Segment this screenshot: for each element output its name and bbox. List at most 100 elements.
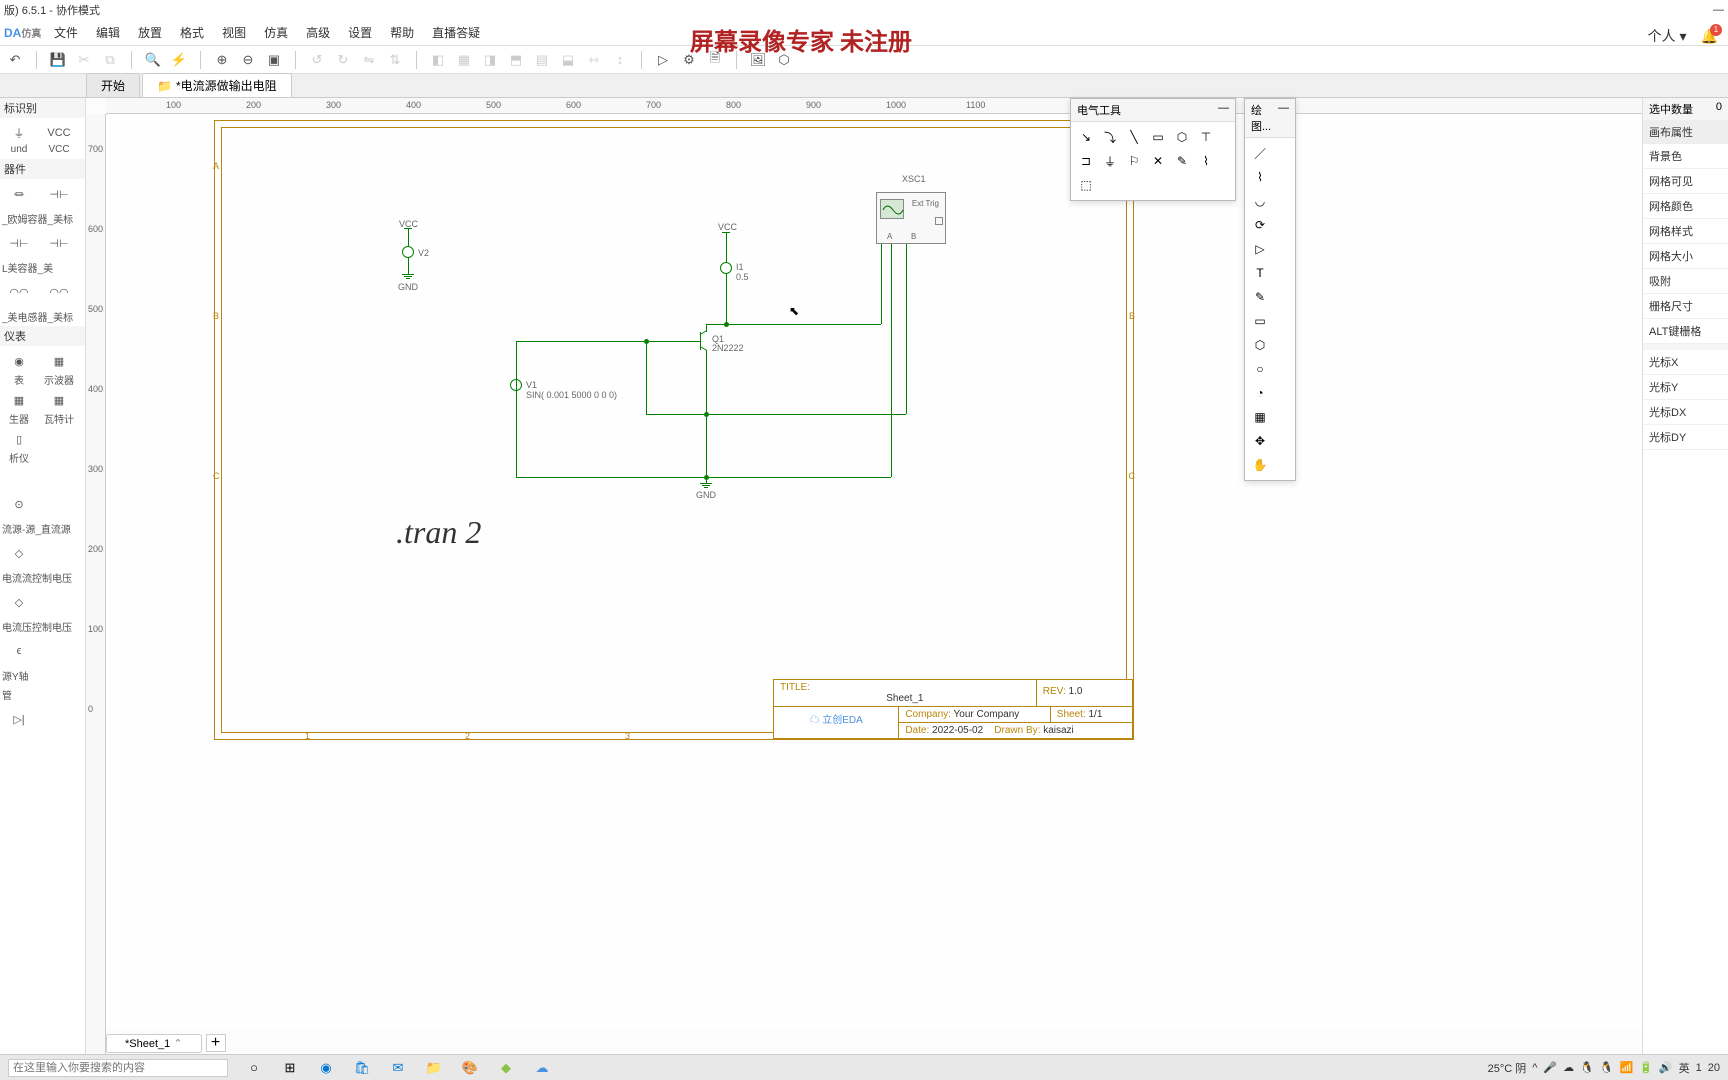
tray-time[interactable]: 1 xyxy=(1696,1062,1702,1074)
tray-qq-icon[interactable]: 🐧 xyxy=(1580,1061,1594,1074)
tray-up-icon[interactable]: ^ xyxy=(1532,1062,1537,1074)
comp-cap2[interactable]: ⊣⊢ xyxy=(0,232,38,254)
minimize-draw-icon[interactable]: — xyxy=(1278,102,1289,134)
3d-icon[interactable]: ⬡ xyxy=(775,51,793,69)
probe-tool-icon[interactable]: ✎ xyxy=(1171,150,1193,172)
comp-gnd[interactable]: ⏚und xyxy=(0,122,38,155)
label-gnd1[interactable]: GND xyxy=(398,282,418,292)
comp-analyzer[interactable]: ▯析仪 xyxy=(0,428,38,465)
app1-icon[interactable]: 🎨 xyxy=(454,1056,486,1080)
label-q1-val[interactable]: 2N2222 xyxy=(712,343,744,353)
align-bottom-icon[interactable]: ⬓ xyxy=(559,51,577,69)
mesh-tool-icon[interactable]: ⌇ xyxy=(1195,150,1217,172)
prop-grid-style[interactable]: 网格样式 xyxy=(1643,219,1728,244)
wire-tool-icon[interactable]: ↘ xyxy=(1075,126,1097,148)
comp-isource[interactable]: ⊙ xyxy=(0,493,38,515)
prop-grid-dim[interactable]: 栅格尺寸 xyxy=(1643,294,1728,319)
image-icon[interactable]: 🖼 xyxy=(749,51,767,69)
comp-inductor[interactable]: ◠◠ xyxy=(0,281,38,303)
notification-icon[interactable]: 🔔1 xyxy=(1701,28,1718,45)
zoom-out-icon[interactable]: ⊖ xyxy=(239,51,257,69)
menu-help[interactable]: 帮助 xyxy=(382,22,422,43)
explorer-icon[interactable]: 📁 xyxy=(418,1056,450,1080)
comp-resistor[interactable]: ⏛ xyxy=(0,183,38,205)
minimize-panel-icon[interactable]: — xyxy=(1218,102,1229,118)
align-left-icon[interactable]: ◧ xyxy=(429,51,447,69)
label-v1-val[interactable]: SIN( 0.001 5000 0 0 0) xyxy=(526,390,617,400)
polygon-draw-icon[interactable]: ⬡ xyxy=(1249,334,1271,356)
user-menu[interactable]: 个人 ▾ xyxy=(1648,26,1687,46)
select-tool-icon[interactable]: ⬚ xyxy=(1075,174,1097,196)
label-i1-val[interactable]: 0.5 xyxy=(736,272,749,282)
dist-h-icon[interactable]: ⇿ xyxy=(585,51,603,69)
line-draw-icon[interactable]: ／ xyxy=(1249,142,1271,164)
netport-tool-icon[interactable]: ⬡ xyxy=(1171,126,1193,148)
image-draw-icon[interactable]: ▦ xyxy=(1249,406,1271,428)
arrow-draw-icon[interactable]: ▷ xyxy=(1249,238,1271,260)
add-sheet-button[interactable]: + xyxy=(206,1034,226,1052)
sim-settings-icon[interactable]: ⚙ xyxy=(680,51,698,69)
menu-live[interactable]: 直播答疑 xyxy=(424,22,488,43)
tray-qq2-icon[interactable]: 🐧 xyxy=(1600,1061,1614,1074)
zoom-in-icon[interactable]: ⊕ xyxy=(213,51,231,69)
flip-v-icon[interactable]: ⇅ xyxy=(386,51,404,69)
rotate-right-icon[interactable]: ↻ xyxy=(334,51,352,69)
spice-directive[interactable]: .tran 2 xyxy=(396,514,481,551)
menu-place[interactable]: 放置 xyxy=(130,22,170,43)
comp-ysource[interactable]: ϵ xyxy=(0,640,38,662)
oscilloscope[interactable]: Ext Trig A B xyxy=(876,192,946,244)
pencil-draw-icon[interactable]: ✎ xyxy=(1249,286,1271,308)
sheet-tab-1[interactable]: *Sheet_1 ⌃ xyxy=(106,1034,202,1053)
dist-v-icon[interactable]: ↕ xyxy=(611,51,629,69)
menu-edit[interactable]: 编辑 xyxy=(88,22,128,43)
minimize-icon[interactable]: — xyxy=(1713,4,1724,16)
power-tool-icon[interactable]: ⊤ xyxy=(1195,126,1217,148)
tray-cloud-icon[interactable]: ☁ xyxy=(1563,1061,1574,1074)
comp-capacitor[interactable]: ⊣⊢ xyxy=(40,183,78,205)
netlabel-tool-icon[interactable]: ▭ xyxy=(1147,126,1169,148)
tray-battery-icon[interactable]: 🔋 xyxy=(1639,1061,1653,1074)
cortana-icon[interactable]: ○ xyxy=(238,1056,270,1080)
prop-snap[interactable]: 吸附 xyxy=(1643,269,1728,294)
line-tool-icon[interactable]: ╲ xyxy=(1123,126,1145,148)
undo-icon[interactable]: ↶ xyxy=(6,51,24,69)
tab-start[interactable]: 开始 xyxy=(86,73,140,97)
label-v1-ref[interactable]: V1 xyxy=(526,380,537,390)
taskview-icon[interactable]: ⊞ xyxy=(274,1056,306,1080)
prop-alt-grid[interactable]: ALT键栅格 xyxy=(1643,319,1728,344)
menu-settings[interactable]: 设置 xyxy=(340,22,380,43)
tray-mic-icon[interactable]: 🎤 xyxy=(1543,1061,1557,1074)
prop-bgcolor[interactable]: 背景色 xyxy=(1643,144,1728,169)
prop-grid-visible[interactable]: 网格可见 xyxy=(1643,169,1728,194)
taskbar-search[interactable] xyxy=(8,1059,228,1077)
menu-simulate[interactable]: 仿真 xyxy=(256,22,296,43)
run-icon[interactable]: ▷ xyxy=(654,51,672,69)
schematic-canvas[interactable]: A B C A B C 1 2 3 4 5 TITLE:Sheet_1REV: … xyxy=(106,114,1642,1030)
align-mid-icon[interactable]: ▤ xyxy=(533,51,551,69)
tray-wifi-icon[interactable]: 📶 xyxy=(1620,1061,1634,1074)
rotate-left-icon[interactable]: ↺ xyxy=(308,51,326,69)
align-top-icon[interactable]: ⬒ xyxy=(507,51,525,69)
comp-scope[interactable]: ▦示波器 xyxy=(40,350,78,387)
weather-widget[interactable]: 25°C 阴 xyxy=(1488,1060,1527,1076)
polyline-draw-icon[interactable]: ⌇ xyxy=(1249,166,1271,188)
align-right-icon[interactable]: ◨ xyxy=(481,51,499,69)
prop-grid-color[interactable]: 网格颜色 xyxy=(1643,194,1728,219)
drawing-tools-panel[interactable]: 绘图...— ／ ⌇ ◡ ⟳ ▷ T ✎ ▭ ⬡ ○ ◔ ▦ ✥ ✋ xyxy=(1244,98,1296,481)
pan-draw-icon[interactable]: ✋ xyxy=(1249,454,1271,476)
noconnect-tool-icon[interactable]: ⊐ xyxy=(1075,150,1097,172)
flag-tool-icon[interactable]: ⚐ xyxy=(1123,150,1145,172)
comp-cap3[interactable]: ⊣⊢ xyxy=(40,232,78,254)
comp-vcc[interactable]: VCCVCC xyxy=(40,122,78,155)
menu-format[interactable]: 格式 xyxy=(172,22,212,43)
comp-vcvs[interactable]: ◇ xyxy=(0,591,38,613)
tab-schematic[interactable]: 📁*电流源做输出电阻 xyxy=(142,73,292,97)
flip-h-icon[interactable]: ⇋ xyxy=(360,51,378,69)
tray-volume-icon[interactable]: 🔊 xyxy=(1659,1061,1673,1074)
comp-watt[interactable]: ▦瓦特计 xyxy=(40,389,78,426)
gnd-tool-icon[interactable]: ⏚ xyxy=(1099,150,1121,172)
store-icon[interactable]: 🛍 xyxy=(346,1056,378,1080)
circle-draw-icon[interactable]: ○ xyxy=(1249,358,1271,380)
menu-file[interactable]: 文件 xyxy=(46,22,86,43)
comp-ccvs[interactable]: ◇ xyxy=(0,542,38,564)
